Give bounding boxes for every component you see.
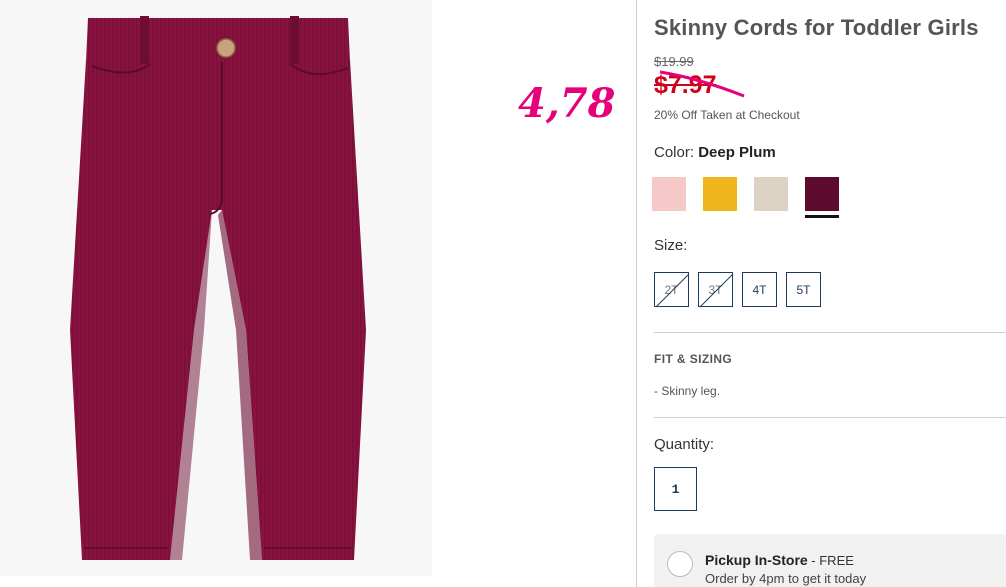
- pickup-subtitle: Order by 4pm to get it today: [705, 571, 867, 586]
- selected-color-name: Deep Plum: [698, 144, 776, 161]
- pickup-radio[interactable]: [667, 551, 693, 577]
- size-label: Size:: [654, 237, 688, 254]
- size-options: 2T 3T 4T 5T: [654, 272, 821, 308]
- product-detail-panel: Skinny Cords for Toddler Girls $19.99 $7…: [652, 0, 1006, 587]
- swatch-deep-plum[interactable]: [805, 177, 839, 218]
- pants-illustration: [70, 16, 366, 560]
- quantity-label: Quantity:: [654, 436, 715, 453]
- section-divider: [654, 332, 1006, 333]
- pickup-in-store-option[interactable]: Pickup In-Store - FREE Order by 4pm to g…: [654, 534, 1006, 587]
- fit-detail-item: - Skinny leg.: [654, 384, 721, 398]
- promo-note: 20% Off Taken at Checkout: [654, 108, 800, 122]
- color-swatches: [652, 177, 839, 218]
- pickup-free-label: - FREE: [807, 553, 854, 568]
- size-2t-button[interactable]: 2T: [654, 272, 690, 308]
- size-4t-button[interactable]: 4T: [742, 272, 777, 307]
- swatch-light-pink[interactable]: [652, 177, 686, 211]
- swatch-oatmeal[interactable]: [754, 177, 788, 211]
- vertical-divider: [636, 0, 637, 587]
- section-divider: [654, 417, 1006, 418]
- color-label-row: Color: Deep Plum: [654, 144, 776, 161]
- quantity-select[interactable]: 1: [654, 467, 697, 511]
- size-5t-button[interactable]: 5T: [786, 272, 821, 307]
- fit-sizing-heading[interactable]: FIT & SIZING: [654, 352, 732, 366]
- price-strike-annotation: [659, 70, 745, 98]
- product-image[interactable]: [0, 0, 432, 576]
- swatch-mustard-yellow[interactable]: [703, 177, 737, 211]
- size-3t-button[interactable]: 3T: [698, 272, 734, 308]
- unavailable-slash-icon: [655, 273, 690, 308]
- unavailable-slash-icon: [699, 273, 734, 308]
- product-title: Skinny Cords for Toddler Girls: [654, 15, 979, 40]
- handwritten-price-annotation: 4,78: [518, 80, 616, 127]
- pickup-title: Pickup In-Store - FREE: [705, 552, 854, 568]
- color-label: Color:: [654, 144, 699, 161]
